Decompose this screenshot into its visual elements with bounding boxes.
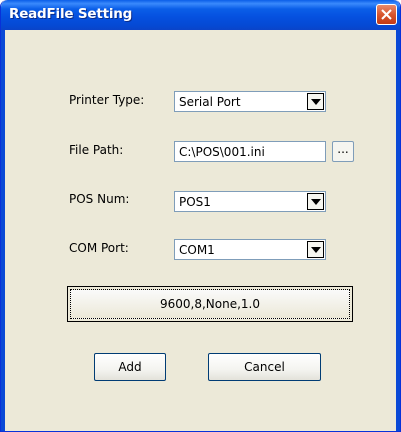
cancel-button[interactable]: Cancel (208, 353, 321, 381)
title-bar[interactable]: ReadFile Setting (1, 0, 400, 30)
chevron-down-icon[interactable] (307, 241, 324, 258)
pos-num-label: POS Num: (69, 192, 130, 206)
dialog-window: ReadFile Setting Printer Type: Serial Po… (0, 0, 401, 432)
printer-type-value: Serial Port (179, 95, 241, 109)
chevron-down-icon[interactable] (307, 193, 324, 210)
window-frame-right (396, 30, 400, 431)
serial-settings-button[interactable]: 9600,8,None,1.0 (67, 286, 353, 322)
close-button[interactable] (376, 4, 397, 25)
focus-outline: 9600,8,None,1.0 (70, 289, 350, 319)
printer-type-label: Printer Type: (69, 93, 145, 107)
serial-settings-label: 9600,8,None,1.0 (159, 297, 260, 311)
dialog-body: Printer Type: Serial Port File Path: C:\… (5, 30, 396, 431)
window-title: ReadFile Setting (9, 6, 133, 22)
file-path-input[interactable]: C:\POS\001.ini (174, 141, 326, 162)
pos-num-value: POS1 (179, 195, 211, 209)
browse-button[interactable]: ... (332, 141, 354, 162)
chevron-down-icon[interactable] (307, 93, 324, 110)
close-icon (381, 9, 392, 20)
com-port-select[interactable]: COM1 (174, 239, 326, 260)
pos-num-select[interactable]: POS1 (174, 191, 326, 212)
file-path-value: C:\POS\001.ini (179, 145, 265, 159)
com-port-label: COM Port: (69, 241, 129, 255)
com-port-value: COM1 (179, 243, 215, 257)
printer-type-select[interactable]: Serial Port (174, 91, 326, 112)
file-path-label: File Path: (69, 143, 124, 157)
add-button[interactable]: Add (94, 353, 166, 381)
